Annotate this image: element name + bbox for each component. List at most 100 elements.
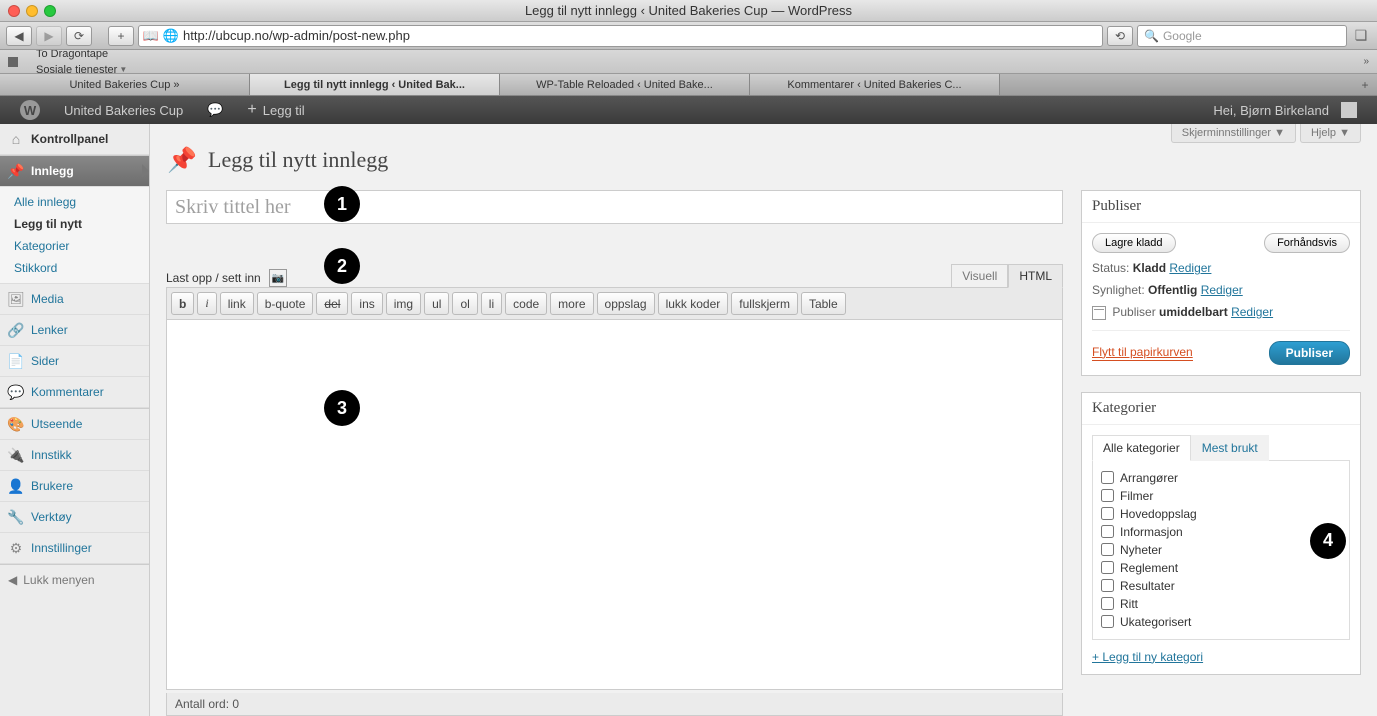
category-checkbox[interactable] xyxy=(1101,525,1114,538)
category-item[interactable]: Ritt xyxy=(1101,595,1341,613)
submenu-add-new[interactable]: Legg til nytt xyxy=(0,213,149,235)
category-item[interactable]: Ukategorisert xyxy=(1101,613,1341,631)
category-item[interactable]: Arrangører xyxy=(1101,469,1341,487)
save-draft-button[interactable]: Lagre kladd xyxy=(1092,233,1176,253)
reload-stop-button[interactable]: ⟲ xyxy=(1107,26,1133,46)
category-checkbox[interactable] xyxy=(1101,561,1114,574)
submenu-tags[interactable]: Stikkord xyxy=(0,257,149,279)
editor-button-img[interactable]: img xyxy=(386,292,421,315)
menu-posts[interactable]: 📌Innlegg xyxy=(0,155,149,187)
browser-tab[interactable]: United Bakeries Cup » xyxy=(0,74,250,95)
forward-button[interactable]: ▶ xyxy=(36,26,62,46)
site-name-menu[interactable]: United Bakeries Cup xyxy=(52,96,195,124)
editor-button-b[interactable]: b xyxy=(171,292,194,315)
category-item[interactable]: Hovedoppslag xyxy=(1101,505,1341,523)
move-to-trash-link[interactable]: Flytt til papirkurven xyxy=(1092,345,1193,361)
publish-button[interactable]: Publiser xyxy=(1269,341,1350,365)
add-media-button[interactable]: 📷 xyxy=(269,269,287,287)
editor-button-lukk-koder[interactable]: lukk koder xyxy=(658,292,729,315)
category-item[interactable]: Filmer xyxy=(1101,487,1341,505)
comments-menu[interactable]: 💬 xyxy=(195,96,235,124)
category-checkbox[interactable] xyxy=(1101,471,1114,484)
category-item[interactable]: Resultater xyxy=(1101,577,1341,595)
edit-visibility-link[interactable]: Rediger xyxy=(1201,283,1243,297)
editor-button-del[interactable]: del xyxy=(316,292,348,315)
menu-settings[interactable]: ⚙Innstillinger xyxy=(0,533,149,564)
menu-users[interactable]: 👤Brukere xyxy=(0,471,149,502)
browser-tab[interactable]: Kommentarer ‹ United Bakeries C... xyxy=(750,74,1000,95)
menu-dashboard[interactable]: ⌂Kontrollpanel xyxy=(0,124,149,155)
new-content-menu[interactable]: +Legg til xyxy=(235,96,316,124)
page-title: Legg til nytt innlegg xyxy=(208,147,388,173)
bookmarks-menu-icon[interactable]: ❏ xyxy=(1351,26,1371,46)
editor-button-code[interactable]: code xyxy=(505,292,547,315)
editor-button-link[interactable]: link xyxy=(220,292,254,315)
status-row: Status: Kladd Rediger xyxy=(1092,261,1350,275)
collapse-menu[interactable]: ◀Lukk menyen xyxy=(0,564,149,595)
add-new-category-link[interactable]: + Legg til ny kategori xyxy=(1092,650,1203,664)
bookmarks-bar: Google MapsMailingsPlaces▼Read LaterPost… xyxy=(0,50,1377,74)
media-icon: 🖼 xyxy=(8,291,24,307)
menu-appearance[interactable]: 🎨Utseende xyxy=(0,408,149,440)
bookmark-item[interactable]: Sosiale tjenester▼ xyxy=(30,62,133,75)
browser-tab-bar: United Bakeries Cup »Legg til nytt innle… xyxy=(0,74,1377,96)
browser-tab[interactable]: Legg til nytt innlegg ‹ United Bak... xyxy=(250,74,500,95)
post-title-input[interactable] xyxy=(166,190,1063,224)
post-content-editor[interactable] xyxy=(166,320,1063,690)
tab-html[interactable]: HTML xyxy=(1008,264,1063,288)
category-checkbox[interactable] xyxy=(1101,597,1114,610)
tab-visual[interactable]: Visuell xyxy=(951,264,1008,288)
category-checkbox[interactable] xyxy=(1101,579,1114,592)
wp-logo-menu[interactable]: W xyxy=(8,96,52,124)
submenu-categories[interactable]: Kategorier xyxy=(0,235,149,257)
search-icon: 🔍 xyxy=(1144,29,1159,43)
pin-icon: 📌 xyxy=(8,163,24,179)
editor-button-ul[interactable]: ul xyxy=(424,292,449,315)
new-tab-button[interactable]: + xyxy=(1353,74,1377,95)
category-item[interactable]: Reglement xyxy=(1101,559,1341,577)
editor-button-fullskjerm[interactable]: fullskjerm xyxy=(731,292,798,315)
category-checkbox[interactable] xyxy=(1101,489,1114,502)
category-item[interactable]: Nyheter xyxy=(1101,541,1341,559)
submenu-all-posts[interactable]: Alle innlegg xyxy=(0,191,149,213)
editor-button-ol[interactable]: ol xyxy=(452,292,477,315)
my-account-menu[interactable]: Hei, Bjørn Birkeland xyxy=(1201,102,1369,118)
menu-media[interactable]: 🖼Media xyxy=(0,284,149,315)
edit-status-link[interactable]: Rediger xyxy=(1169,261,1211,275)
preview-button[interactable]: Forhåndsvis xyxy=(1264,233,1350,253)
editor-button-oppslag[interactable]: oppslag xyxy=(597,292,655,315)
collapse-icon: ◀ xyxy=(8,573,17,587)
edit-schedule-link[interactable]: Rediger xyxy=(1231,305,1273,319)
menu-comments[interactable]: 💬Kommentarer xyxy=(0,377,149,408)
bookmarks-show-all-icon[interactable] xyxy=(8,57,18,67)
cat-tab-most-used[interactable]: Mest brukt xyxy=(1191,435,1269,461)
comment-icon: 💬 xyxy=(207,102,223,118)
back-button[interactable]: ◀ xyxy=(6,26,32,46)
editor-button-ins[interactable]: ins xyxy=(351,292,382,315)
editor-button-b-quote[interactable]: b-quote xyxy=(257,292,314,315)
editor-button-more[interactable]: more xyxy=(550,292,593,315)
category-checkbox[interactable] xyxy=(1101,615,1114,628)
menu-pages[interactable]: 📄Sider xyxy=(0,346,149,377)
menu-links[interactable]: 🔗Lenker xyxy=(0,315,149,346)
url-bar[interactable]: 📖 🌐 http://ubcup.no/wp-admin/post-new.ph… xyxy=(138,25,1103,47)
reload-button[interactable]: ⟳ xyxy=(66,26,92,46)
editor-button-li[interactable]: li xyxy=(481,292,502,315)
category-item[interactable]: Informasjon xyxy=(1101,523,1341,541)
bookmark-item[interactable]: To Dragontape xyxy=(30,50,133,62)
browser-tab[interactable]: WP-Table Reloaded ‹ United Bake... xyxy=(500,74,750,95)
category-checkbox[interactable] xyxy=(1101,543,1114,556)
menu-plugins[interactable]: 🔌Innstikk xyxy=(0,440,149,471)
browser-search[interactable]: 🔍 Google xyxy=(1137,25,1347,47)
editor-button-i[interactable]: i xyxy=(197,292,216,315)
category-checkbox[interactable] xyxy=(1101,507,1114,520)
cat-tab-all[interactable]: Alle kategorier xyxy=(1092,435,1191,461)
greeting-text: Hei, Bjørn Birkeland xyxy=(1213,103,1329,118)
editor-button-Table[interactable]: Table xyxy=(801,292,846,315)
add-bookmark-button[interactable]: + xyxy=(108,26,134,46)
menu-tools[interactable]: 🔧Verktøy xyxy=(0,502,149,533)
bookmarks-overflow-icon[interactable]: » xyxy=(1363,56,1369,67)
screen-options-toggle[interactable]: Skjerminnstillinger ▼ xyxy=(1171,124,1296,143)
editor-toolbar: bilinkb-quotedelinsimgulollicodemoreopps… xyxy=(166,287,1063,320)
help-toggle[interactable]: Hjelp ▼ xyxy=(1300,124,1361,143)
